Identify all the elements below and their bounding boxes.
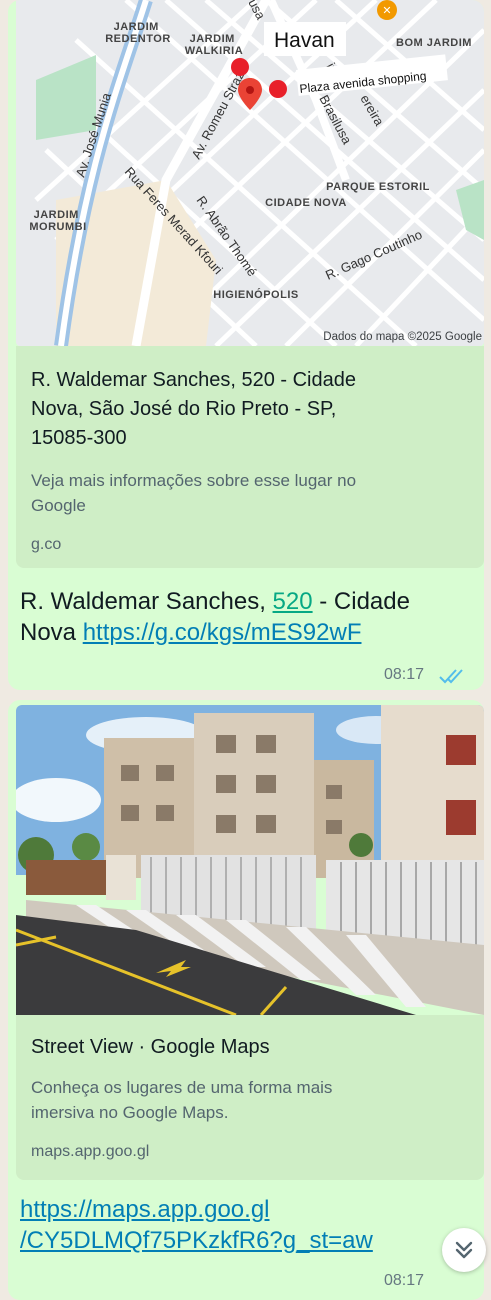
svg-text:✕: ✕ [382, 4, 391, 17]
preview-title: R. Waldemar Sanches, 520 - Cidade Nova, … [31, 369, 356, 449]
message-link-text[interactable]: https://maps.app.goo.gl /CY5DLMQf75PKzkf… [20, 1194, 373, 1256]
map-attribution: Dados do mapa ©2025 Google [323, 331, 482, 343]
message-bubble-streetview[interactable]: Street View · Google Maps Conheça os lug… [8, 700, 484, 1300]
message-text: R. Waldemar Sanches, 520 - Cidade Nova h… [20, 586, 410, 648]
message-link-line1[interactable]: https://maps.app.goo.gl [20, 1194, 373, 1225]
location-dot-icon [269, 80, 287, 98]
map-label-cidade-nova: CIDADE NOVA [265, 197, 347, 209]
message-timestamp: 08:17 [384, 1272, 425, 1289]
message-bubble-location[interactable]: JARDIM REDENTOR JARDIM WALKIRIA BOM JARD… [8, 0, 484, 690]
message-timestamp: 08:17 [384, 666, 425, 683]
message-link-line2[interactable]: /CY5DLMQf75PKzkfR6?g_st=aw [20, 1225, 373, 1256]
map-label-jardim-walkiria: JARDIM WALKIRIA [185, 33, 243, 57]
preview-description: Conheça os lugares de uma forma mais ime… [31, 1078, 333, 1122]
preview-domain: maps.app.goo.gl [31, 1143, 150, 1160]
map-annotation-havan: Havan [274, 29, 335, 52]
preview-domain: g.co [31, 536, 62, 553]
scroll-to-bottom-button[interactable] [442, 1228, 486, 1272]
link-preview-card[interactable]: Street View · Google Maps Conheça os lug… [16, 1015, 484, 1180]
map-label-parque-estoril: PARQUE ESTORIL [326, 181, 430, 193]
number-link[interactable]: 520 [273, 588, 313, 615]
message-link[interactable]: https://g.co/kgs/mES92wF [83, 619, 362, 646]
street-view-image[interactable] [16, 705, 484, 1015]
location-dot-icon [231, 58, 249, 76]
message-text-district: - Cidade [312, 588, 410, 615]
map-label-higienopolis: HIGIENÓPOLIS [213, 288, 298, 301]
double-chevron-down-icon [455, 1241, 473, 1259]
map-label-jardim-redentor: JARDIM REDENTOR [105, 21, 171, 45]
message-text-nova: Nova [20, 619, 83, 646]
preview-title: Street View · Google Maps [31, 1036, 270, 1058]
preview-description: Veja mais informações sobre esse lugar n… [31, 471, 357, 515]
message-text-address: R. Waldemar Sanches, [20, 588, 273, 615]
link-preview-card[interactable]: R. Waldemar Sanches, 520 - Cidade Nova, … [16, 346, 484, 568]
map-preview-image[interactable]: JARDIM REDENTOR JARDIM WALKIRIA BOM JARD… [16, 0, 484, 346]
read-receipt-icon [439, 669, 463, 684]
map-label-bom-jardim: BOM JARDIM [396, 37, 472, 49]
map-label-jardim-morumbi: JARDIM MORUMBI [29, 209, 86, 233]
